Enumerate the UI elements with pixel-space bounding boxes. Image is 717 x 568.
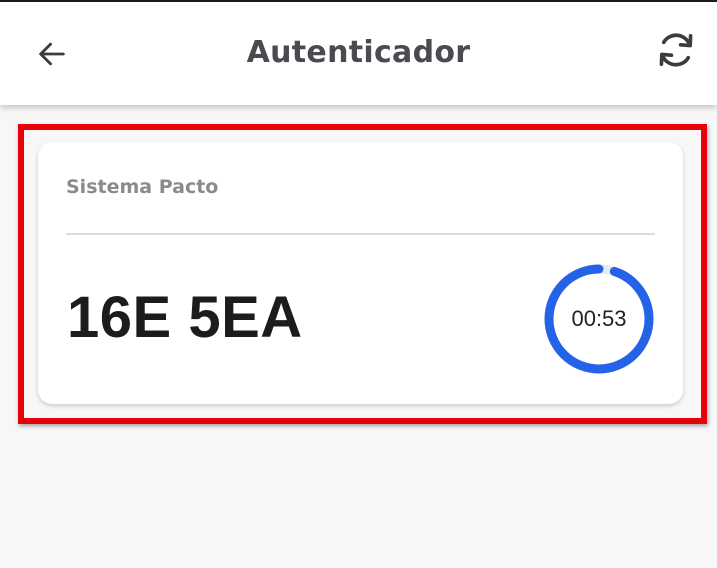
account-card[interactable]: Sistema Pacto 16E 5EA 00:53 (38, 142, 683, 404)
divider (66, 233, 655, 235)
app-bar: Autenticador (0, 2, 717, 105)
refresh-button[interactable] (648, 26, 704, 78)
countdown-timer: 00:53 (543, 263, 655, 375)
timer-label: 00:53 (571, 306, 627, 331)
page-title: Autenticador (246, 35, 471, 70)
service-name: Sistema Pacto (66, 176, 219, 198)
otp-code[interactable]: 16E 5EA (67, 284, 303, 351)
refresh-icon (653, 27, 699, 78)
